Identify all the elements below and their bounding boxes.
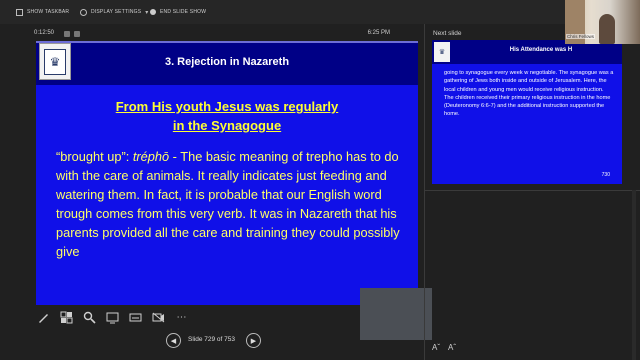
webcam-name-label: Chris Fellows: [566, 34, 596, 39]
pane-divider[interactable]: [424, 24, 425, 360]
end-slide-show-button[interactable]: END SLIDE SHOW: [150, 6, 206, 18]
next-slide-number: 730: [601, 172, 610, 178]
more-options-icon[interactable]: ⋯: [175, 311, 188, 324]
subtitle-line-2: in the Synagogue: [172, 118, 282, 133]
next-slide-title: His Attendance was H: [509, 47, 573, 53]
subtitle-line-1: From His youth Jesus was regularly: [115, 99, 339, 114]
taskbar-icon: [16, 8, 23, 16]
elapsed-timer: 0:12:50: [34, 30, 55, 36]
zoom-icon[interactable]: [83, 311, 96, 324]
reset-timer-icon[interactable]: [74, 31, 80, 37]
body-prefix: “brought up”:: [56, 149, 133, 164]
notes-divider[interactable]: [425, 190, 640, 191]
arrow-left-icon: ◀: [170, 337, 177, 345]
next-slide-logo-icon: ♛: [434, 42, 450, 62]
current-time: 6:25 PM: [367, 30, 390, 36]
slide-navigation: ◀ Slide 729 of 753 ▶: [160, 331, 270, 351]
slide-counter[interactable]: Slide 729 of 753: [188, 336, 235, 343]
next-slide-button[interactable]: ▶: [246, 333, 261, 348]
display-settings-icon: [80, 8, 87, 16]
current-slide[interactable]: ♛ 3. Rejection in Nazareth From His yout…: [36, 41, 418, 305]
show-taskbar-label: SHOW TASKBAR: [27, 9, 70, 15]
arrow-right-icon: ▶: [250, 337, 257, 345]
slide-title: 3. Rejection in Nazareth: [164, 56, 290, 68]
decrease-font-icon[interactable]: Aˇ: [432, 343, 440, 352]
pause-timer-icon[interactable]: [64, 31, 70, 37]
increase-font-icon[interactable]: Aˆ: [448, 343, 456, 352]
end-slide-show-label: END SLIDE SHOW: [160, 9, 207, 15]
display-settings-label: DISPLAY SETTINGS: [91, 9, 142, 15]
see-all-slides-icon[interactable]: [60, 311, 73, 324]
camera-toggle-icon[interactable]: [106, 311, 119, 324]
slide-header: ♛ 3. Rejection in Nazareth: [36, 41, 418, 85]
notes-scrollbar[interactable]: [632, 190, 636, 360]
webcam-feed: Chris Fellows: [565, 0, 640, 44]
presenter-video: [599, 14, 615, 44]
previous-slide-button[interactable]: ◀: [166, 333, 181, 348]
slide-body: “brought up”: tréphō - The basic meaning…: [56, 147, 402, 261]
end-show-icon: [150, 9, 156, 15]
video-overlay: [360, 288, 432, 340]
greek-term: tréphō: [132, 149, 170, 164]
next-slide-body: going to synagogue every week w negotiab…: [444, 70, 614, 118]
display-settings-button[interactable]: DISPLAY SETTINGS ▾: [80, 6, 148, 18]
pen-tool-icon[interactable]: [37, 311, 50, 324]
next-slide-preview[interactable]: ♛ His Attendance was H going to synagogu…: [432, 40, 622, 184]
slide-subtitle: From His youth Jesus was regularly in th…: [36, 97, 418, 135]
body-rest: - The basic meaning of trepho has to do …: [56, 149, 400, 259]
presenter-toolbar: SHOW TASKBAR DISPLAY SETTINGS ▾ END SLID…: [0, 0, 640, 24]
video-off-icon[interactable]: [152, 311, 165, 324]
show-taskbar-button[interactable]: SHOW TASKBAR: [16, 6, 69, 18]
next-slide-label: Next slide: [433, 30, 462, 37]
timer-bar: 0:12:50 6:25 PM: [34, 30, 418, 39]
subtitles-icon[interactable]: [129, 311, 142, 324]
chevron-down-icon: ▾: [145, 9, 149, 16]
